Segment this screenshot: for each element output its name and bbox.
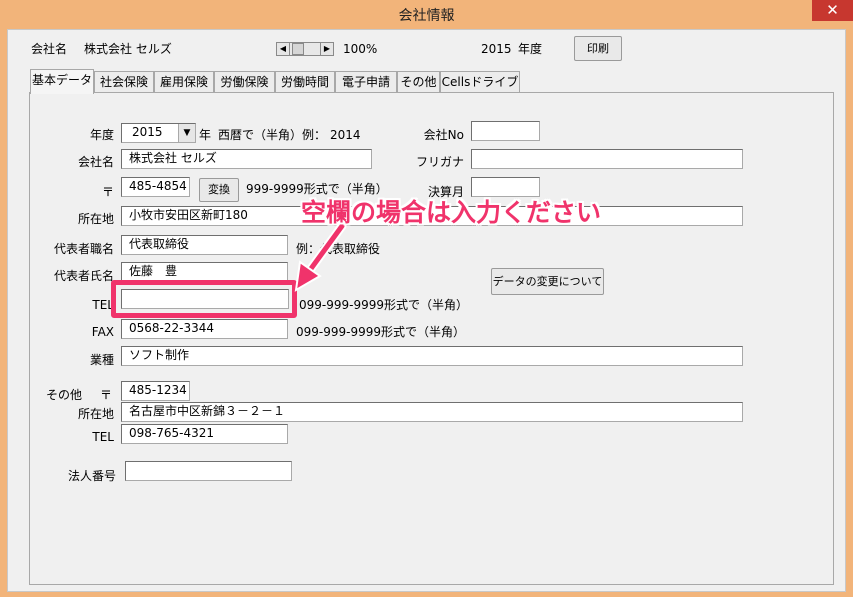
zoom-level: 100% bbox=[343, 42, 378, 56]
other-postal-input[interactable]: 485-1234 bbox=[121, 381, 190, 401]
corp-number-label: 法人番号 bbox=[67, 469, 116, 483]
rep-name-label: 代表者氏名 bbox=[53, 269, 114, 283]
data-change-button[interactable]: データの変更について bbox=[491, 268, 604, 295]
company-name-input[interactable]: 株式会社 セルズ bbox=[121, 149, 372, 169]
print-button[interactable]: 印刷 bbox=[574, 36, 622, 61]
tab-basic-data[interactable]: 基本データ bbox=[30, 69, 94, 94]
tab-employment-insurance[interactable]: 雇用保険 bbox=[154, 71, 214, 93]
chevron-down-icon[interactable]: ▼ bbox=[178, 124, 195, 142]
close-icon[interactable]: ✕ bbox=[812, 0, 853, 21]
tel-hint: 099-999-9999形式で（半角） bbox=[299, 298, 469, 312]
year-example: 2014 bbox=[330, 128, 361, 142]
fax-input[interactable]: 0568-22-3344 bbox=[121, 319, 288, 339]
zoom-scrollbar-thumb[interactable] bbox=[292, 43, 304, 55]
other-postal-label: 〒 bbox=[100, 388, 113, 402]
header-company-value: 株式会社 セルズ bbox=[84, 42, 172, 56]
header-year-label: 年度 bbox=[518, 42, 543, 56]
rep-name-input[interactable]: 佐藤 豊 bbox=[121, 262, 288, 282]
rep-title-input[interactable]: 代表取締役 bbox=[121, 235, 288, 255]
furigana-input[interactable] bbox=[471, 149, 743, 169]
company-no-label: 会社No bbox=[423, 128, 464, 142]
header-company-label: 会社名 bbox=[31, 42, 68, 56]
zoom-decrease-icon[interactable]: ◀ bbox=[276, 42, 290, 56]
other-tel-input[interactable]: 098-765-4321 bbox=[121, 424, 288, 444]
other-address-input[interactable]: 名古屋市中区新錦３－２－１ bbox=[121, 402, 743, 422]
year-select-value: 2015 bbox=[132, 125, 163, 139]
tel-highlight-box bbox=[111, 280, 297, 318]
convert-button[interactable]: 変換 bbox=[199, 178, 239, 202]
postal-label: 〒 bbox=[101, 185, 114, 199]
year-hint: 西暦で（半角）例： bbox=[218, 128, 327, 142]
company-name-label: 会社名 bbox=[77, 155, 114, 169]
header-year-value: 2015 bbox=[481, 42, 512, 56]
corp-number-input[interactable] bbox=[125, 461, 292, 481]
tab-labor-insurance[interactable]: 労働保険 bbox=[214, 71, 275, 93]
postal-input[interactable]: 485-4854 bbox=[121, 177, 190, 197]
tab-cells-drive[interactable]: Cellsドライブ bbox=[440, 71, 520, 93]
zoom-scrollbar-track[interactable] bbox=[290, 42, 320, 56]
other-tel-label: TEL bbox=[92, 430, 114, 444]
company-no-input[interactable] bbox=[471, 121, 540, 141]
furigana-label: フリガナ bbox=[415, 155, 464, 169]
year-suffix: 年 bbox=[199, 128, 212, 142]
fax-hint: 099-999-9999形式で（半角） bbox=[296, 325, 466, 339]
other-address-label: 所在地 bbox=[77, 407, 114, 421]
tab-e-application[interactable]: 電子申請 bbox=[335, 71, 397, 93]
tab-social-insurance[interactable]: 社会保険 bbox=[94, 71, 154, 93]
tab-other[interactable]: その他 bbox=[397, 71, 440, 93]
address-label: 所在地 bbox=[77, 212, 114, 226]
annotation-arrow-icon bbox=[294, 221, 347, 292]
zoom-increase-icon[interactable]: ▶ bbox=[320, 42, 334, 56]
window-title: 会社情報 bbox=[398, 8, 455, 24]
tel-label: TEL bbox=[92, 298, 114, 312]
year-select[interactable]: 2015 ▼ bbox=[121, 123, 196, 143]
other-label: その他 bbox=[46, 388, 83, 402]
industry-label: 業種 bbox=[89, 353, 114, 367]
industry-input[interactable]: ソフト制作 bbox=[121, 346, 743, 366]
tab-working-hours[interactable]: 労働時間 bbox=[275, 71, 335, 93]
fax-label: FAX bbox=[91, 325, 114, 339]
rep-title-label: 代表者職名 bbox=[53, 242, 114, 256]
year-label: 年度 bbox=[89, 128, 114, 142]
annotation-text: 空欄の場合は入力ください bbox=[301, 198, 602, 227]
